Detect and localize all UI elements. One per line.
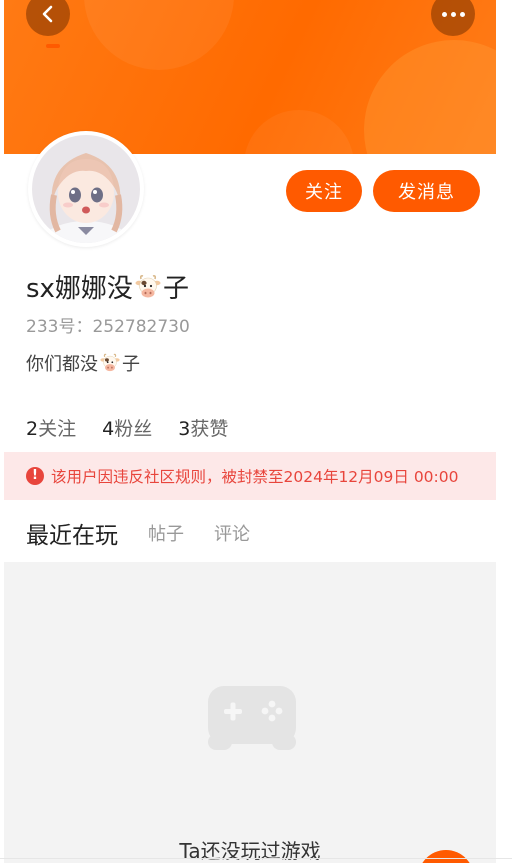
likes-count: 3 xyxy=(178,418,191,440)
user-id: 233号：252782730 xyxy=(26,312,190,337)
send-message-button[interactable]: 发消息 xyxy=(373,170,480,212)
profile-content: 关注 发消息 sx娜娜没 子 233号：252782730 你们都没 子 2关注… xyxy=(4,0,496,863)
username: sx娜娜没 子 xyxy=(26,268,189,305)
tab-recently-played[interactable]: 最近在玩 xyxy=(26,513,118,550)
fans-count: 4 xyxy=(102,418,115,440)
cow-emoji-icon xyxy=(135,274,161,297)
user-bio: 你们都没 子 xyxy=(26,350,140,376)
username-part2: 子 xyxy=(162,274,189,304)
ban-notice-text: 该用户因违反社区规则，被封禁至2024年12月09日 00:00 xyxy=(51,468,459,486)
right-gutter xyxy=(496,0,512,863)
chevron-left-icon xyxy=(42,5,53,23)
following-label: 关注 xyxy=(38,418,77,440)
following-count: 2 xyxy=(26,418,39,440)
likes-stat: 3获赞 xyxy=(178,414,228,441)
likes-label: 获赞 xyxy=(190,418,229,440)
user-id-label: 233号： xyxy=(26,317,93,337)
bio-part2: 子 xyxy=(122,354,140,375)
cow-emoji-icon xyxy=(100,353,120,372)
profile-tabs: 最近在玩 帖子 评论 xyxy=(26,513,280,561)
fans-stat[interactable]: 4粉丝 xyxy=(102,414,152,441)
avatar[interactable] xyxy=(28,131,144,247)
bio-part1: 你们都没 xyxy=(26,354,98,375)
fans-label: 粉丝 xyxy=(114,418,153,440)
exclamation-circle-icon: ! xyxy=(26,467,44,485)
following-stat[interactable]: 2关注 xyxy=(26,414,76,441)
bottom-divider xyxy=(0,858,512,859)
follow-button[interactable]: 关注 xyxy=(286,170,362,212)
profile-stats: 2关注 4粉丝 3获赞 xyxy=(26,414,228,441)
user-id-value: 252782730 xyxy=(92,317,190,337)
tab-comments[interactable]: 评论 xyxy=(214,513,250,546)
gamepad-icon xyxy=(208,686,296,750)
ban-notice: ! 该用户因违反社区规则，被封禁至2024年12月09日 00:00 xyxy=(4,452,496,500)
username-part1: sx娜娜没 xyxy=(26,274,133,304)
avatar-image xyxy=(32,135,140,243)
active-tab-indicator xyxy=(46,44,60,48)
profile-page: 关注 发消息 sx娜娜没 子 233号：252782730 你们都没 子 2关注… xyxy=(0,0,512,863)
tab-posts[interactable]: 帖子 xyxy=(148,513,184,546)
more-dots-icon xyxy=(441,11,465,17)
